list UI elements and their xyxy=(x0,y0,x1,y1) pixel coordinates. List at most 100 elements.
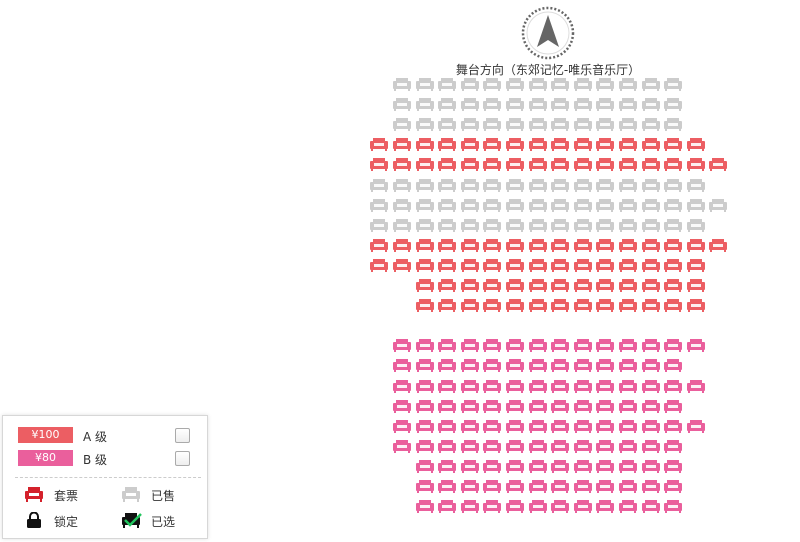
seat-b[interactable] xyxy=(438,359,456,372)
seat-b[interactable] xyxy=(529,420,547,433)
seat-a[interactable] xyxy=(438,239,456,252)
seat-b[interactable] xyxy=(664,480,682,493)
seat-a[interactable] xyxy=(596,279,614,292)
seat-a[interactable] xyxy=(506,158,524,171)
seat-b[interactable] xyxy=(506,359,524,372)
seat-a[interactable] xyxy=(529,279,547,292)
seat-b[interactable] xyxy=(461,460,479,473)
seat-a[interactable] xyxy=(370,138,388,151)
seat-b[interactable] xyxy=(393,359,411,372)
seat-a[interactable] xyxy=(596,239,614,252)
seat-b[interactable] xyxy=(551,339,569,352)
seat-a[interactable] xyxy=(664,259,682,272)
seat-b[interactable] xyxy=(461,420,479,433)
seat-b[interactable] xyxy=(506,480,524,493)
seat-a[interactable] xyxy=(596,158,614,171)
seat-a[interactable] xyxy=(506,138,524,151)
seat-b[interactable] xyxy=(416,480,434,493)
seat-b[interactable] xyxy=(642,380,660,393)
seat-a[interactable] xyxy=(393,239,411,252)
seat-b[interactable] xyxy=(438,440,456,453)
seat-b[interactable] xyxy=(483,359,501,372)
seat-b[interactable] xyxy=(483,420,501,433)
seat-a[interactable] xyxy=(574,259,592,272)
seat-b[interactable] xyxy=(687,339,705,352)
seat-a[interactable] xyxy=(416,299,434,312)
seat-b[interactable] xyxy=(529,460,547,473)
seat-a[interactable] xyxy=(664,158,682,171)
seat-a[interactable] xyxy=(687,279,705,292)
seat-a[interactable] xyxy=(596,299,614,312)
seat-b[interactable] xyxy=(642,359,660,372)
seat-a[interactable] xyxy=(596,138,614,151)
seat-b[interactable] xyxy=(483,380,501,393)
seat-b[interactable] xyxy=(596,380,614,393)
seat-b[interactable] xyxy=(642,460,660,473)
seat-a[interactable] xyxy=(461,138,479,151)
seat-b[interactable] xyxy=(596,440,614,453)
seat-a[interactable] xyxy=(687,138,705,151)
seat-a[interactable] xyxy=(709,158,727,171)
seat-a[interactable] xyxy=(506,299,524,312)
seat-a[interactable] xyxy=(506,279,524,292)
seat-a[interactable] xyxy=(664,138,682,151)
seat-a[interactable] xyxy=(574,299,592,312)
seat-b[interactable] xyxy=(664,420,682,433)
seat-b[interactable] xyxy=(438,480,456,493)
seat-b[interactable] xyxy=(461,400,479,413)
seat-a[interactable] xyxy=(438,299,456,312)
seat-a[interactable] xyxy=(619,158,637,171)
seat-a[interactable] xyxy=(461,259,479,272)
seat-b[interactable] xyxy=(574,339,592,352)
seat-a[interactable] xyxy=(393,138,411,151)
seat-a[interactable] xyxy=(461,158,479,171)
seat-a[interactable] xyxy=(551,279,569,292)
seat-b[interactable] xyxy=(483,500,501,513)
seat-b[interactable] xyxy=(551,500,569,513)
seat-b[interactable] xyxy=(506,420,524,433)
seat-b[interactable] xyxy=(461,339,479,352)
seat-a[interactable] xyxy=(551,239,569,252)
seat-b[interactable] xyxy=(461,480,479,493)
seat-b[interactable] xyxy=(574,400,592,413)
seat-a[interactable] xyxy=(551,299,569,312)
seat-b[interactable] xyxy=(664,500,682,513)
seat-b[interactable] xyxy=(438,420,456,433)
seat-a[interactable] xyxy=(574,158,592,171)
seat-a[interactable] xyxy=(438,158,456,171)
seat-a[interactable] xyxy=(687,158,705,171)
seat-b[interactable] xyxy=(642,400,660,413)
seat-b[interactable] xyxy=(642,440,660,453)
seat-b[interactable] xyxy=(619,359,637,372)
seat-b[interactable] xyxy=(687,420,705,433)
seat-a[interactable] xyxy=(642,279,660,292)
seat-b[interactable] xyxy=(416,359,434,372)
seat-b[interactable] xyxy=(529,359,547,372)
seat-b[interactable] xyxy=(438,400,456,413)
seat-b[interactable] xyxy=(664,339,682,352)
seat-b[interactable] xyxy=(438,460,456,473)
seat-b[interactable] xyxy=(574,440,592,453)
seat-a[interactable] xyxy=(483,138,501,151)
seat-b[interactable] xyxy=(416,460,434,473)
seat-a[interactable] xyxy=(416,279,434,292)
seat-b[interactable] xyxy=(551,400,569,413)
seat-b[interactable] xyxy=(506,460,524,473)
seat-b[interactable] xyxy=(619,380,637,393)
seat-b[interactable] xyxy=(416,380,434,393)
seat-b[interactable] xyxy=(529,480,547,493)
seat-a[interactable] xyxy=(393,158,411,171)
seat-b[interactable] xyxy=(393,440,411,453)
seat-a[interactable] xyxy=(551,259,569,272)
seat-a[interactable] xyxy=(438,259,456,272)
seat-b[interactable] xyxy=(574,480,592,493)
seat-a[interactable] xyxy=(529,138,547,151)
seat-b[interactable] xyxy=(664,400,682,413)
seat-b[interactable] xyxy=(506,400,524,413)
seat-b[interactable] xyxy=(642,500,660,513)
seat-a[interactable] xyxy=(619,299,637,312)
seat-a[interactable] xyxy=(642,259,660,272)
seat-a[interactable] xyxy=(483,158,501,171)
seat-b[interactable] xyxy=(529,440,547,453)
seat-b[interactable] xyxy=(393,380,411,393)
